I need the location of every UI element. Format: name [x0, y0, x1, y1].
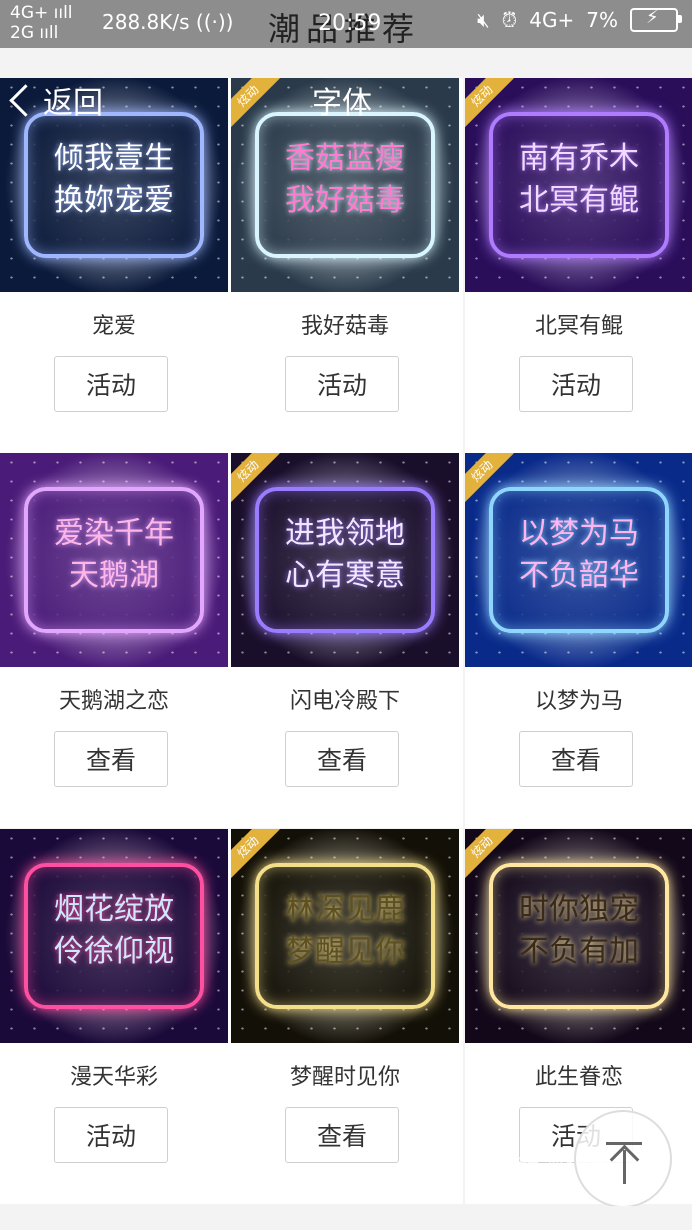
back-label: 返回 [43, 86, 103, 121]
theme-name: 北冥有鲲 [534, 314, 623, 339]
status-bar: 4G+ ııll 2G ııll 288.8K/s ((·)) 潮品推荐 20:… [0, 0, 692, 48]
theme-card[interactable]: 香菇蓝瘦 我好菇毒 炫动 我好菇毒 活动 [231, 78, 463, 453]
signal-bars-icon: ııll [39, 23, 59, 43]
theme-card[interactable]: 南有乔木 北冥有鲲 炫动北冥有鲲活动 [465, 78, 692, 453]
theme-name: 天鹅湖之恋 [58, 689, 169, 714]
preview-text: 爱染千年 天鹅湖 [54, 516, 174, 593]
theme-card[interactable]: 以梦为马 不负韶华 炫动以梦为马查看 [465, 453, 692, 828]
network-type-2: 2G [10, 23, 34, 43]
theme-action-button[interactable]: 查看 [519, 731, 633, 787]
theme-action-button[interactable]: 活动 [519, 356, 633, 412]
theme-action-button[interactable]: 活动 [54, 1107, 168, 1163]
theme-preview-image[interactable]: 烟花绽放 伶徐仰视 [0, 829, 228, 1043]
theme-name: 闪电冷殿下 [289, 689, 400, 714]
preview-text: 林深见鹿 梦醒见你 [285, 892, 405, 969]
wifi-hotspot-icon: ((·)) [195, 10, 234, 34]
network-type-1: 4G+ [10, 3, 49, 23]
theme-name: 此生眷恋 [534, 1065, 623, 1090]
theme-preview-image[interactable]: 爱染千年 天鹅湖 [0, 453, 228, 667]
theme-card[interactable]: 林深见鹿 梦醒见你 炫动梦醒时见你查看 [231, 829, 463, 1204]
theme-card[interactable]: 烟花绽放 伶徐仰视漫天华彩活动 [0, 829, 232, 1204]
preview-text: 进我领地 心有寒意 [285, 516, 405, 593]
signal-bars-icon: ııll [53, 3, 73, 23]
alarm-icon: ⏰︎ [501, 8, 518, 32]
theme-name: 梦醒时见你 [289, 1065, 400, 1090]
back-button[interactable]: 返回 [9, 78, 103, 122]
theme-name: 漫天华彩 [69, 1065, 158, 1090]
theme-card[interactable]: 爱染千年 天鹅湖天鹅湖之恋查看 [0, 453, 232, 828]
status-icons: 🔇︎ ⏰︎ 4G+ 7% ⚡ [477, 7, 682, 32]
preview-text: 时你独宠 不负有加 [519, 892, 639, 969]
theme-preview-image[interactable]: 时你独宠 不负有加 炫动 [465, 829, 692, 1043]
theme-card[interactable]: 倾我壹生 换妳宠爱宠爱活动 [0, 78, 232, 453]
preview-text: 烟花绽放 伶徐仰视 [54, 892, 174, 969]
chevron-left-icon [9, 83, 42, 117]
preview-text: 南有乔木 北冥有鲲 [519, 141, 639, 218]
theme-name: 我好菇毒 [300, 314, 389, 339]
preview-text: 以梦为马 不负韶华 [519, 516, 639, 593]
preview-text: 倾我壹生 换妳宠爱 [54, 141, 174, 218]
theme-name: 宠爱 [91, 314, 136, 339]
network-type-right: 4G+ [529, 8, 575, 32]
mute-icon: 🔇︎ [477, 8, 490, 32]
theme-preview-image[interactable]: 林深见鹿 梦醒见你 炫动 [231, 829, 459, 1043]
theme-card[interactable]: 进我领地 心有寒意 炫动闪电冷殿下查看 [231, 453, 463, 828]
signal-info: 4G+ ııll 2G ııll [10, 4, 73, 44]
scroll-to-top-button[interactable] [574, 1110, 672, 1208]
theme-action-button[interactable]: 查看 [285, 1107, 399, 1163]
theme-preview-image[interactable]: 进我领地 心有寒意 炫动 [231, 453, 459, 667]
bottom-strip [0, 1206, 692, 1230]
network-speed: 288.8K/s ((·)) [102, 10, 234, 34]
theme-action-button[interactable]: 活动 [54, 356, 168, 412]
preview-text: 香菇蓝瘦 我好菇毒 [285, 141, 405, 218]
battery-icon: ⚡ [630, 7, 682, 32]
theme-action-button[interactable]: 查看 [285, 731, 399, 787]
theme-action-button[interactable]: 查看 [54, 731, 168, 787]
theme-preview-image[interactable]: 南有乔木 北冥有鲲 炫动 [465, 78, 692, 292]
theme-name: 以梦为马 [534, 689, 623, 714]
theme-preview-image[interactable]: 以梦为马 不负韶华 炫动 [465, 453, 692, 667]
clock-time: 20:59 [318, 11, 382, 36]
font-tab[interactable]: 字体 [312, 78, 372, 122]
battery-level: 7% [586, 8, 618, 32]
theme-action-button[interactable]: 活动 [285, 356, 399, 412]
